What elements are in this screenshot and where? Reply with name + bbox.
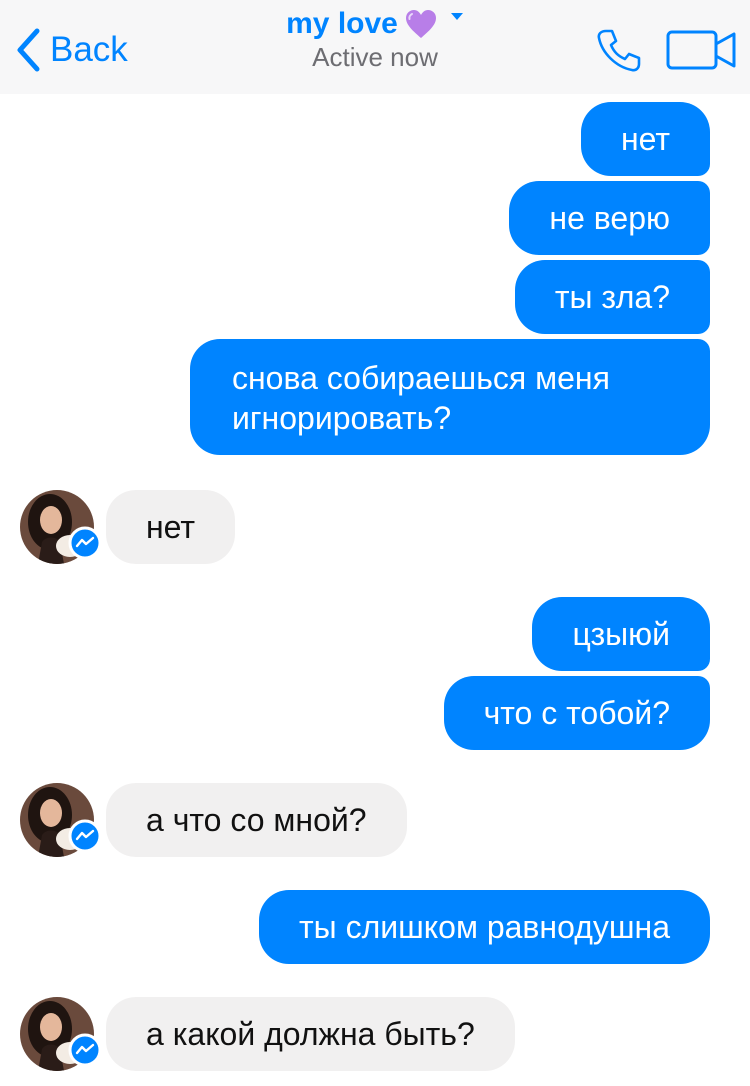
- message-outgoing[interactable]: не верю: [509, 181, 710, 255]
- message-outgoing[interactable]: что с тобой?: [443, 676, 710, 750]
- conversation-title: my love Active now: [175, 4, 575, 72]
- message-outgoing[interactable]: цзыюй: [532, 597, 710, 671]
- message-incoming[interactable]: а что со мной?: [106, 783, 407, 857]
- messenger-badge: [68, 1033, 102, 1067]
- video-call-button[interactable]: [666, 28, 738, 72]
- phone-icon: [597, 29, 641, 72]
- messenger-conversation: Back my love Active now нет не верю ты з…: [0, 0, 750, 1086]
- message-outgoing[interactable]: ты слишком равнодушна: [259, 890, 710, 964]
- avatar[interactable]: [20, 490, 102, 564]
- contact-name: my love: [286, 7, 398, 40]
- messenger-icon: [68, 526, 102, 560]
- back-button[interactable]: Back: [14, 24, 128, 76]
- message-outgoing[interactable]: нет: [580, 102, 710, 176]
- avatar[interactable]: [20, 997, 102, 1071]
- messenger-badge: [68, 526, 102, 560]
- message-incoming[interactable]: а какой должна быть?: [106, 997, 515, 1071]
- chevron-left-icon: [17, 28, 40, 72]
- message-outgoing[interactable]: ты зла?: [514, 260, 710, 334]
- message-incoming[interactable]: нет: [106, 490, 236, 564]
- message-outgoing[interactable]: снова собираешься меня игнорировать?: [190, 339, 710, 455]
- messenger-icon: [68, 1033, 102, 1067]
- back-label: Back: [50, 30, 128, 69]
- avatar[interactable]: [20, 783, 102, 857]
- active-status: Active now: [312, 42, 438, 72]
- contact-name-dropdown[interactable]: my love: [286, 4, 464, 44]
- messenger-badge: [68, 819, 102, 853]
- conversation-header: Back my love Active now: [0, 0, 750, 94]
- phone-call-button[interactable]: [594, 26, 642, 74]
- caret-down-icon: [450, 13, 463, 20]
- messenger-icon: [68, 819, 102, 853]
- purple-heart-icon: [405, 10, 436, 38]
- video-camera-icon: [666, 30, 736, 70]
